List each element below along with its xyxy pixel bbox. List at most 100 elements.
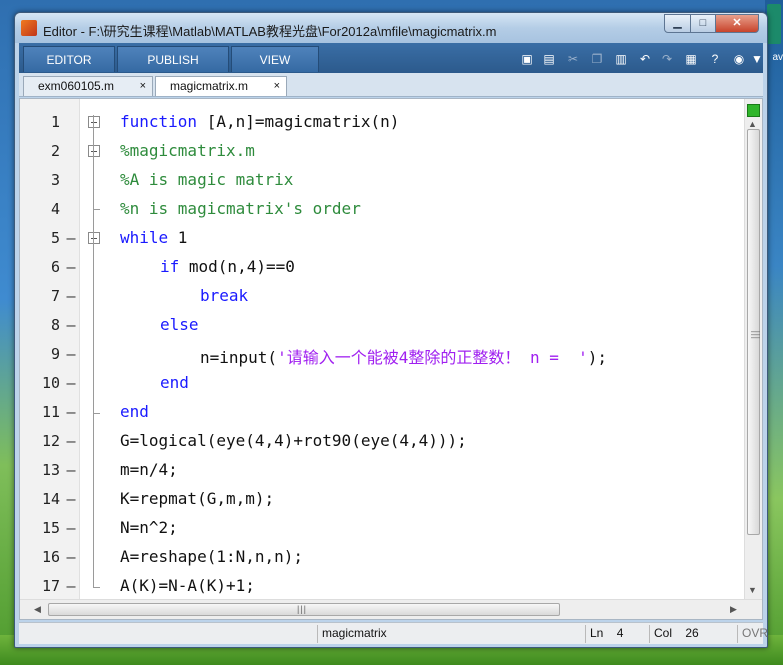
window-title: Editor - F:\研究生课程\Matlab\MATLAB教程光盘\For2… [43, 24, 497, 39]
title-bar[interactable]: Editor - F:\研究生课程\Matlab\MATLAB教程光盘\For2… [15, 13, 767, 43]
code-line[interactable]: while 1 [120, 228, 187, 247]
copy-icon[interactable]: ❐ [589, 51, 605, 67]
scroll-right-arrow-icon[interactable]: ▶ [730, 604, 737, 615]
line-value: 4 [616, 626, 624, 640]
code-line[interactable]: A=reshape(1:N,n,n); [120, 547, 303, 566]
code-line[interactable]: if mod(n,4)==0 [160, 257, 295, 276]
code-fold-minus-icon[interactable] [88, 116, 100, 128]
breakpoint-marker[interactable]: — [65, 577, 77, 595]
breakpoint-marker[interactable]: — [65, 490, 77, 508]
breakpoint-marker[interactable]: — [65, 432, 77, 450]
breakpoint-marker[interactable]: — [65, 287, 77, 305]
code-line[interactable]: %magicmatrix.m [120, 141, 255, 160]
breakpoint-marker[interactable]: — [65, 345, 77, 363]
line-number: 5 [50, 229, 60, 247]
status-bar: magicmatrix Ln 4 Col 26 OVR [19, 622, 768, 644]
toolstrip: EDITOR PUBLISH VIEW ▣ ▤ ✂ ❐ ▥ ↶ ↷ ▦ ? ◉ … [19, 43, 763, 73]
maximize-button[interactable]: □ [690, 14, 716, 33]
line-number: 2 [50, 142, 60, 160]
line-number: 15 [41, 519, 60, 537]
new-file-icon[interactable]: ▣ [519, 51, 535, 67]
breakpoint-marker[interactable]: — [65, 316, 77, 334]
undo-icon[interactable]: ↶ [637, 51, 653, 67]
breakpoint-marker[interactable]: — [65, 403, 77, 421]
comment: %n is magicmatrix's order [120, 199, 361, 218]
code-line[interactable]: N=n^2; [120, 518, 178, 537]
line-indicator: Ln 4 [585, 625, 647, 643]
fold-guide-line [93, 115, 94, 587]
close-button[interactable]: ✕ [715, 14, 759, 33]
doc-tab-exm060105[interactable]: exm060105.m × [23, 76, 153, 96]
column-indicator: Col 26 [649, 625, 737, 643]
matlab-editor-window: Editor - F:\研究生课程\Matlab\MATLAB教程光盘\For2… [14, 12, 768, 648]
code-line[interactable]: n=input('请输入一个能被4整除的正整数！ n = '); [200, 344, 607, 368]
keyword: end [160, 373, 189, 392]
code-analyzer-ok-icon[interactable] [747, 104, 760, 117]
doc-tab-label: magicmatrix.m [170, 79, 249, 93]
breakpoint-marker[interactable]: — [65, 258, 77, 276]
line-number: 10 [41, 374, 60, 392]
code-line[interactable]: function [A,n]=magicmatrix(n) [120, 112, 399, 131]
line-number: 11 [41, 403, 60, 421]
line-number: 9 [50, 345, 60, 363]
line-label: Ln [590, 626, 604, 640]
close-tab-icon[interactable]: × [140, 77, 146, 95]
code-line[interactable]: else [160, 315, 199, 334]
code-fold-minus-icon[interactable] [88, 232, 100, 244]
redo-icon[interactable]: ↷ [659, 51, 675, 67]
tab-view[interactable]: VIEW [231, 46, 319, 72]
minimize-button[interactable]: ▁ [664, 14, 691, 33]
breakpoint-marker[interactable]: — [65, 548, 77, 566]
desktop-shortcut-icon[interactable] [767, 4, 781, 44]
scroll-grip-icon: ||| [297, 604, 308, 614]
code-line[interactable]: G=logical(eye(4,4)+rot90(eye(4,4))); [120, 431, 467, 450]
column-value: 26 [685, 626, 699, 640]
save-icon[interactable]: ▤ [541, 51, 557, 67]
code-line[interactable]: A(K)=N-A(K)+1; [120, 576, 255, 595]
dropdown-icon[interactable]: ◉ [731, 51, 747, 67]
code-line[interactable]: end [120, 402, 149, 421]
breakpoint-marker[interactable]: — [65, 229, 77, 247]
code-text: [A,n]=magicmatrix(n) [197, 112, 400, 131]
code-text-area[interactable]: function [A,n]=magicmatrix(n) %magicmatr… [80, 99, 744, 599]
keyword: function [120, 112, 198, 131]
scroll-up-arrow-icon[interactable]: ▲ [748, 119, 757, 129]
cut-icon[interactable]: ✂ [565, 51, 581, 67]
comment: %A is magic matrix [120, 170, 294, 189]
line-number: 12 [41, 432, 60, 450]
help-icon[interactable]: ? [707, 51, 723, 67]
keyword: end [120, 402, 149, 421]
keyword: if [160, 257, 180, 276]
horizontal-scrollbar[interactable]: ◀ ||| ▶ [20, 599, 762, 619]
breakpoint-marker[interactable]: — [65, 461, 77, 479]
code-line[interactable]: m=n/4; [120, 460, 178, 479]
code-line[interactable]: end [160, 373, 189, 392]
keyword: while [120, 228, 169, 247]
line-number: 14 [41, 490, 60, 508]
tab-editor[interactable]: EDITOR [23, 46, 115, 72]
scroll-down-arrow-icon[interactable]: ▼ [748, 585, 757, 595]
doc-tab-magicmatrix[interactable]: magicmatrix.m × [155, 76, 287, 96]
fold-guide-end [93, 413, 100, 414]
window-icon[interactable]: ▦ [683, 51, 699, 67]
tab-publish[interactable]: PUBLISH [117, 46, 229, 72]
code-line[interactable]: K=repmat(G,m,m); [120, 489, 274, 508]
line-number: 3 [50, 171, 60, 189]
paste-icon[interactable]: ▥ [613, 51, 629, 67]
line-number: 13 [41, 461, 60, 479]
vertical-scroll-thumb[interactable]: — — — [747, 129, 760, 535]
breakpoint-marker[interactable]: — [65, 519, 77, 537]
code-line[interactable]: break [200, 286, 248, 305]
fold-guide-end [93, 587, 100, 588]
code-text: ); [587, 348, 608, 367]
close-tab-icon[interactable]: × [274, 77, 280, 95]
code-line[interactable]: %n is magicmatrix's order [120, 199, 361, 218]
horizontal-scroll-thumb[interactable]: ||| [48, 603, 560, 616]
code-fold-minus-icon[interactable] [88, 145, 100, 157]
breakpoint-marker[interactable]: — [65, 374, 77, 392]
code-editor[interactable]: 1 2 3 4 5 6 7 8 9 10 11 12 13 14 15 16 1… [19, 98, 763, 620]
scroll-left-arrow-icon[interactable]: ◀ [34, 604, 41, 615]
vertical-scrollbar[interactable]: ▲ — — — ▼ [744, 99, 762, 599]
code-line[interactable]: %A is magic matrix [120, 170, 293, 189]
expand-icon[interactable]: ▼ [749, 51, 765, 67]
